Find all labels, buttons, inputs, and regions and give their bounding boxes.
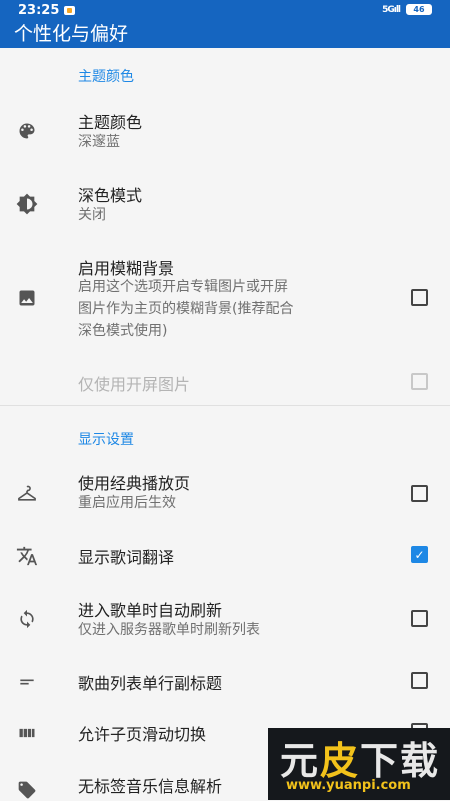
auto-refresh-checkbox[interactable] bbox=[411, 610, 428, 627]
translate-icon bbox=[16, 545, 38, 567]
signal-label: 5G bbox=[382, 4, 395, 15]
hanger-icon bbox=[16, 483, 38, 505]
short-text-icon bbox=[16, 671, 38, 693]
battery-level: 46 bbox=[413, 5, 425, 14]
single-line-subtitle-title: 歌曲列表单行副标题 bbox=[78, 674, 223, 693]
brightness-icon bbox=[16, 193, 38, 215]
setting-blur-background[interactable]: 启用模糊背景 启用这个选项开启专辑图片或开屏 图片作为主页的模糊背景(推荐配合 … bbox=[0, 255, 450, 345]
blur-bg-desc-line1: 启用这个选项开启专辑图片或开屏 bbox=[78, 279, 288, 295]
section-header-theme: 主题颜色 bbox=[78, 69, 134, 85]
auto-refresh-desc: 仅进入服务器歌单时刷新列表 bbox=[78, 622, 260, 638]
section-divider bbox=[0, 405, 450, 406]
watermark-url: www.yuanpi.com bbox=[286, 778, 411, 793]
setting-classic-player[interactable]: 使用经典播放页 重启应用后生效 bbox=[0, 470, 450, 522]
watermark: 元皮下载 www.yuanpi.com bbox=[268, 728, 450, 800]
battery-icon: 46 bbox=[406, 4, 432, 15]
swipe-pages-title: 允许子页滑动切换 bbox=[78, 725, 207, 744]
blur-bg-desc-line2: 图片作为主页的模糊背景(推荐配合 bbox=[78, 301, 294, 317]
watermark-logo: 元皮下载 bbox=[280, 738, 441, 783]
dark-mode-title: 深色模式 bbox=[78, 186, 143, 205]
theme-color-title: 主题颜色 bbox=[78, 113, 143, 132]
setting-splash-only: 仅使用开屏图片 bbox=[0, 369, 450, 395]
status-time: 23:25 bbox=[18, 3, 60, 18]
image-icon bbox=[16, 287, 38, 309]
lyric-translate-title: 显示歌词翻译 bbox=[78, 548, 175, 567]
setting-single-line-subtitle[interactable]: 歌曲列表单行副标题 bbox=[0, 668, 450, 696]
status-icons: 5Gıll 46 bbox=[382, 4, 432, 15]
classic-player-title: 使用经典播放页 bbox=[78, 474, 191, 493]
dark-mode-value: 关闭 bbox=[78, 207, 106, 223]
page-title: 个性化与偏好 bbox=[14, 23, 129, 45]
splash-only-checkbox bbox=[411, 373, 428, 390]
theme-color-value: 深邃蓝 bbox=[78, 134, 120, 150]
single-line-subtitle-checkbox[interactable] bbox=[411, 672, 428, 689]
lyric-translate-checkbox[interactable]: ✓ bbox=[411, 546, 428, 563]
signal-icon: 5Gıll bbox=[382, 4, 401, 15]
splash-only-title: 仅使用开屏图片 bbox=[78, 375, 191, 394]
classic-player-desc: 重启应用后生效 bbox=[78, 495, 176, 511]
sync-icon bbox=[16, 608, 38, 630]
setting-auto-refresh[interactable]: 进入歌单时自动刷新 仅进入服务器歌单时刷新列表 bbox=[0, 597, 450, 647]
blur-bg-checkbox[interactable] bbox=[411, 289, 428, 306]
setting-theme-color[interactable]: 主题颜色 深邃蓝 bbox=[0, 105, 450, 165]
blur-bg-desc-line3: 深色模式使用) bbox=[78, 323, 168, 339]
palette-icon bbox=[16, 120, 38, 142]
classic-player-checkbox[interactable] bbox=[411, 485, 428, 502]
untagged-parse-title: 无标签音乐信息解析 bbox=[78, 777, 223, 796]
setting-dark-mode[interactable]: 深色模式 关闭 bbox=[0, 178, 450, 238]
tag-icon bbox=[16, 779, 38, 801]
section-header-display: 显示设置 bbox=[78, 432, 134, 448]
app-bar: 23:25 5Gıll 46 个性化与偏好 bbox=[0, 0, 450, 48]
view-week-icon bbox=[16, 722, 38, 744]
blur-bg-title: 启用模糊背景 bbox=[78, 259, 175, 278]
notification-icon bbox=[64, 6, 75, 15]
auto-refresh-title: 进入歌单时自动刷新 bbox=[78, 601, 223, 620]
setting-lyric-translate[interactable]: 显示歌词翻译 ✓ bbox=[0, 542, 450, 570]
